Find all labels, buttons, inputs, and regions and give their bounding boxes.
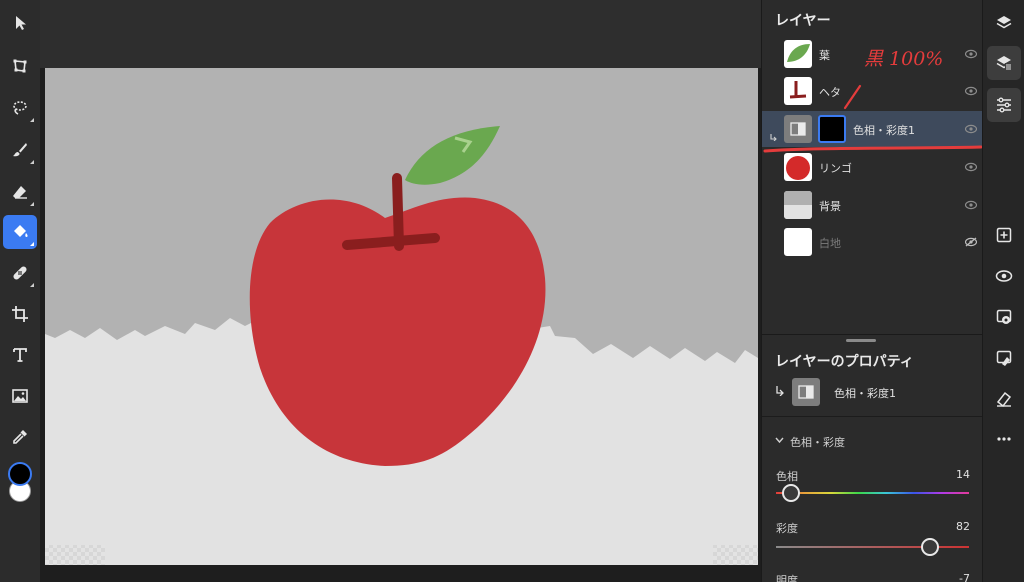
hue-value: 14 (956, 468, 970, 481)
adjustment-thumbnail (792, 378, 820, 406)
layer-name: 色相・彩度1 (853, 124, 915, 137)
layer-thumbnail (784, 77, 812, 105)
eye-icon[interactable] (965, 124, 977, 134)
eye-icon[interactable] (965, 49, 977, 59)
saturation-value: 82 (956, 520, 970, 533)
annotation-text: 黒 100% (864, 48, 944, 70)
select-arrow-icon (16, 16, 26, 30)
layer-row-background[interactable]: 背景 (762, 187, 983, 223)
app-window: レイヤー 葉 ヘタ 色相・彩度1 リンゴ 背景 白地 黒 100% レイヤーのプ… (0, 0, 1024, 582)
crop-icon (12, 306, 28, 322)
more-icon (997, 437, 1011, 441)
layer-name: 葉 (819, 49, 830, 62)
layer-name: 背景 (819, 200, 841, 213)
properties-layer-name: 色相・彩度1 (834, 387, 896, 400)
eraser-tool[interactable] (3, 175, 37, 209)
layers-panel: レイヤー 葉 ヘタ 色相・彩度1 リンゴ 背景 白地 黒 100% (761, 0, 983, 334)
layer-thumbnail (784, 191, 812, 219)
layer-thumbnail (784, 228, 812, 256)
image-icon (12, 389, 28, 403)
text-icon (13, 348, 27, 362)
brightness-label: 明度 (776, 574, 798, 582)
clip-arrow-icon (770, 134, 777, 141)
layer-row-stem[interactable]: ヘタ (762, 73, 983, 109)
eraser-layer-icon (996, 391, 1012, 408)
layer-name: ヘタ (819, 86, 841, 99)
eye-icon[interactable] (965, 200, 977, 210)
add-layer-button[interactable] (987, 218, 1021, 252)
saturation-slider-knob[interactable] (921, 538, 939, 556)
transparent-area (713, 545, 758, 565)
clip-arrow-icon (776, 386, 784, 396)
healing-tool[interactable] (3, 256, 37, 290)
saturation-slider-track[interactable] (776, 546, 969, 548)
adjustment-thumbnail (784, 115, 812, 143)
properties-panel-title: レイヤーのプロパティ (775, 354, 914, 370)
artboard[interactable] (45, 68, 758, 565)
crop-tool[interactable] (3, 297, 37, 331)
adjustments-icon (997, 97, 1011, 113)
section-header[interactable]: 色相・彩度 (790, 434, 845, 450)
layer-name: 白地 (819, 237, 841, 250)
adjustment-icon (790, 122, 806, 136)
eyedropper-tool[interactable] (3, 420, 37, 454)
mask-icon (996, 309, 1012, 324)
layer-row-apple[interactable]: リンゴ (762, 149, 983, 185)
mask-button[interactable] (987, 300, 1021, 334)
adjustment-icon (798, 385, 814, 399)
add-layer-icon (996, 227, 1012, 243)
transparent-area (45, 545, 105, 565)
fill-tool[interactable] (3, 215, 37, 249)
layer-properties-button[interactable] (987, 46, 1021, 80)
text-tool[interactable] (3, 338, 37, 372)
lasso-icon (13, 101, 27, 115)
eye-icon[interactable] (965, 86, 977, 96)
layer-row-hue-saturation[interactable]: 色相・彩度1 (762, 111, 983, 147)
artwork-canvas[interactable] (45, 68, 758, 565)
layer-thumbnail (784, 40, 812, 68)
canvas-top-strip (40, 0, 761, 68)
chevron-down-icon[interactable] (775, 437, 784, 444)
fill-bucket-icon (14, 225, 28, 237)
saturation-label: 彩度 (776, 522, 798, 535)
eraser-layer-button[interactable] (987, 382, 1021, 416)
layers-button[interactable] (987, 6, 1021, 40)
eye-hidden-icon[interactable] (965, 237, 977, 247)
brush-tool[interactable] (3, 133, 37, 167)
visibility-icon (995, 270, 1013, 282)
transform-tool[interactable] (3, 49, 37, 83)
image-tool[interactable] (3, 379, 37, 413)
canvas-area[interactable] (40, 0, 761, 582)
eraser-icon (13, 186, 27, 199)
transform-icon (13, 59, 27, 73)
lasso-tool[interactable] (3, 91, 37, 125)
right-rail (982, 0, 1024, 582)
panel-resize-handle[interactable] (846, 339, 876, 342)
layers-panel-title: レイヤー (775, 13, 831, 29)
layer-name: リンゴ (819, 162, 852, 175)
brightness-value: -7 (959, 572, 970, 582)
visibility-button[interactable] (987, 259, 1021, 293)
layer-properties-icon (996, 56, 1012, 70)
layer-thumbnail (784, 153, 812, 181)
mask-thumbnail[interactable] (818, 115, 846, 143)
properties-panel: レイヤーのプロパティ 色相・彩度1 色相・彩度 色相 14 彩度 82 明度 -… (761, 334, 983, 582)
select-tool[interactable] (3, 6, 37, 40)
eyedropper-icon (13, 430, 27, 444)
foreground-color-swatch[interactable] (8, 462, 32, 486)
eye-icon[interactable] (965, 162, 977, 172)
more-button[interactable] (987, 422, 1021, 456)
layer-row-white-base[interactable]: 白地 (762, 224, 983, 260)
brush-icon (13, 143, 27, 157)
clip-mask-button[interactable] (987, 341, 1021, 375)
hue-slider-knob[interactable] (782, 484, 800, 502)
layers-icon (996, 16, 1012, 29)
clip-mask-icon (996, 350, 1012, 366)
hue-slider-track[interactable] (776, 492, 969, 494)
left-toolbar (0, 0, 40, 582)
divider (762, 416, 983, 417)
hue-label: 色相 (776, 470, 798, 483)
healing-icon (13, 266, 27, 280)
adjustments-button[interactable] (987, 88, 1021, 122)
